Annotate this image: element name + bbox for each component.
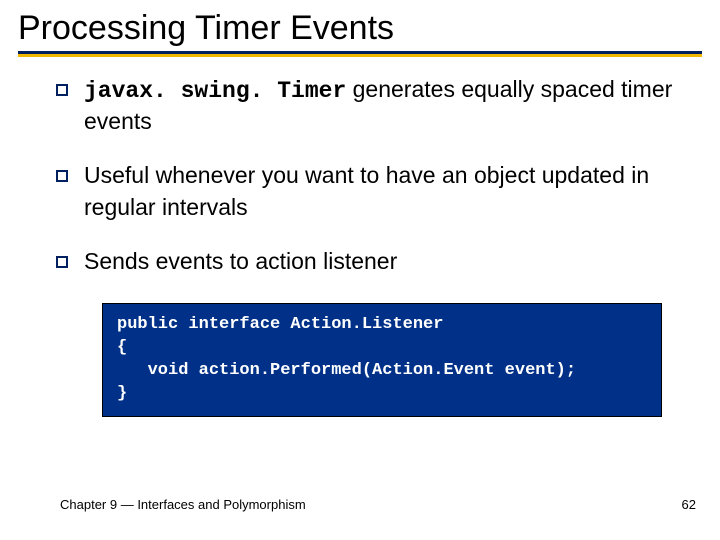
bullet-marker-icon [56,170,68,182]
slide-title: Processing Timer Events [18,10,702,47]
bullet-rest: Useful whenever you want to have an obje… [84,162,649,220]
bullet-marker-icon [56,84,68,96]
code-line: public interface Action.Listener [117,314,647,337]
bullet-item: Useful whenever you want to have an obje… [56,161,694,223]
footer-dash-icon: — [121,497,134,512]
page-number: 62 [682,497,696,512]
bullet-code: javax. swing. Timer [84,78,346,104]
footer-chapter-pre: Chapter 9 [60,497,121,512]
slide: Processing Timer Events javax. swing. Ti… [0,0,720,540]
code-block: public interface Action.Listener { void … [102,303,662,417]
footer-chapter-post: Interfaces and Polymorphism [134,497,306,512]
bullet-item: Sends events to action listener [56,247,694,279]
bullet-text: Sends events to action listener [84,247,397,279]
bullet-item: javax. swing. Timer generates equally sp… [56,75,694,137]
bullet-marker-icon [56,256,68,268]
footer: Chapter 9 — Interfaces and Polymorphism … [60,497,696,512]
bullet-text: Useful whenever you want to have an obje… [84,161,694,223]
bullet-text: javax. swing. Timer generates equally sp… [84,75,694,137]
bullet-rest: Sends events to action listener [84,248,397,274]
slide-body: javax. swing. Timer generates equally sp… [18,57,702,416]
code-line: void action.Performed(Action.Event event… [117,360,647,383]
code-line: } [117,383,647,406]
code-line: { [117,337,647,360]
footer-left: Chapter 9 — Interfaces and Polymorphism [60,497,306,512]
